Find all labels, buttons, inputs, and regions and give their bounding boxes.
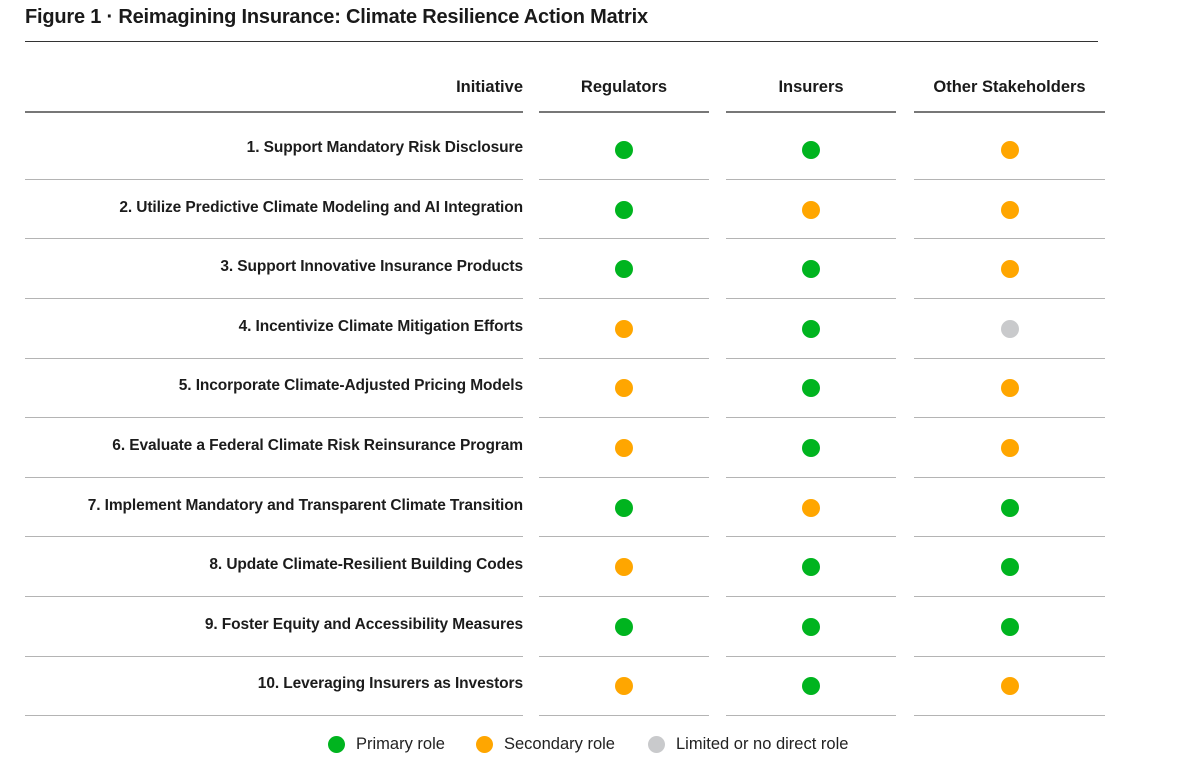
header-rule-initiative xyxy=(25,111,523,113)
legend-label-limited: Limited or no direct role xyxy=(676,734,849,753)
row-divider xyxy=(539,656,709,657)
primary-role-dot xyxy=(1000,498,1019,517)
secondary-role-dot xyxy=(615,319,633,338)
primary-dot-icon xyxy=(328,735,345,753)
primary-role-dot xyxy=(615,200,633,219)
limited-role-dot xyxy=(1000,319,1019,338)
primary-role-dot xyxy=(802,379,820,398)
row-divider xyxy=(25,298,523,299)
row-divider xyxy=(726,536,896,537)
primary-role-dot xyxy=(802,558,820,577)
row-divider xyxy=(539,358,709,359)
row-divider xyxy=(914,477,1105,478)
initiative-label: 9. Foster Equity and Accessibility Measu… xyxy=(204,615,523,633)
primary-role-dot xyxy=(1000,617,1019,636)
title-divider xyxy=(25,41,1098,42)
primary-role-dot xyxy=(615,260,633,279)
figure-title: Figure 1 · Reimagining Insurance: Climat… xyxy=(25,6,648,28)
row-divider xyxy=(539,536,709,537)
row-divider xyxy=(726,358,896,359)
row-divider xyxy=(539,298,709,299)
row-divider xyxy=(25,358,523,359)
secondary-role-dot xyxy=(615,558,633,577)
primary-role-dot xyxy=(615,141,633,159)
header-initiative: Initiative xyxy=(456,78,523,96)
row-divider xyxy=(25,238,523,239)
secondary-role-dot xyxy=(802,498,820,517)
row-divider xyxy=(726,298,896,299)
primary-role-dot xyxy=(802,260,820,279)
header-rule-0 xyxy=(539,111,709,113)
header-regulators: Regulators xyxy=(580,78,668,96)
initiative-label: 2. Utilize Predictive Climate Modeling a… xyxy=(119,198,523,216)
initiative-label: 8. Update Climate-Resilient Building Cod… xyxy=(209,556,523,574)
row-divider xyxy=(25,179,523,180)
secondary-role-dot xyxy=(802,200,820,219)
legend-item-primary: Primary role xyxy=(328,735,445,754)
legend-item-secondary: Secondary role xyxy=(476,735,615,754)
primary-role-dot xyxy=(615,617,633,636)
secondary-role-dot xyxy=(1000,141,1019,159)
secondary-role-dot xyxy=(1000,677,1019,696)
row-divider xyxy=(914,656,1105,657)
primary-role-dot xyxy=(802,319,820,338)
primary-role-dot xyxy=(1000,558,1019,577)
row-divider xyxy=(914,238,1105,239)
row-divider xyxy=(539,715,709,716)
row-divider xyxy=(914,417,1105,418)
row-divider xyxy=(539,477,709,478)
legend-label-primary: Primary role xyxy=(356,734,445,753)
legend-item-limited: Limited or no direct role xyxy=(648,735,848,754)
row-divider xyxy=(914,596,1105,597)
limited-dot-icon xyxy=(648,735,665,753)
row-divider xyxy=(726,477,896,478)
initiative-label: 6. Evaluate a Federal Climate Risk Reins… xyxy=(112,437,523,454)
row-divider xyxy=(539,596,709,597)
row-divider xyxy=(726,417,896,418)
header-insurers: Insurers xyxy=(778,78,844,96)
secondary-role-dot xyxy=(615,677,633,696)
primary-role-dot xyxy=(802,141,820,159)
row-divider xyxy=(539,238,709,239)
row-divider xyxy=(914,715,1105,716)
row-divider xyxy=(25,536,523,537)
initiative-label: 10. Leveraging Insurers as Investors xyxy=(257,675,523,693)
secondary-role-dot xyxy=(1000,200,1019,219)
row-divider xyxy=(914,298,1105,299)
header-rule-2 xyxy=(914,111,1105,113)
header-other-stakeholders: Other Stakeholders xyxy=(933,78,1086,96)
initiative-label: 7. Implement Mandatory and Transparent C… xyxy=(87,496,523,514)
row-divider xyxy=(914,179,1105,180)
row-divider xyxy=(726,596,896,597)
row-divider xyxy=(25,417,523,418)
secondary-dot-icon xyxy=(476,735,493,753)
initiative-label: 4. Incentivize Climate Mitigation Effort… xyxy=(238,317,524,335)
row-divider xyxy=(539,417,709,418)
secondary-role-dot xyxy=(1000,260,1019,279)
row-divider xyxy=(25,596,523,597)
row-divider xyxy=(25,656,523,657)
primary-role-dot xyxy=(802,617,820,636)
row-divider xyxy=(726,656,896,657)
row-divider xyxy=(914,358,1105,359)
row-divider xyxy=(726,715,896,716)
primary-role-dot xyxy=(802,439,820,457)
header-rule-1 xyxy=(726,111,896,113)
initiative-label: 5. Incorporate Climate-Adjusted Pricing … xyxy=(178,377,523,395)
row-divider xyxy=(539,179,709,180)
secondary-role-dot xyxy=(1000,379,1019,398)
secondary-role-dot xyxy=(615,379,633,398)
primary-role-dot xyxy=(615,498,633,517)
legend-label-secondary: Secondary role xyxy=(504,734,615,753)
initiative-label: 3. Support Innovative Insurance Products xyxy=(220,258,523,276)
row-divider xyxy=(726,179,896,180)
row-divider xyxy=(25,715,523,716)
secondary-role-dot xyxy=(615,439,633,457)
initiative-label: 1. Support Mandatory Risk Disclosure xyxy=(246,139,523,156)
secondary-role-dot xyxy=(1000,439,1019,457)
row-divider xyxy=(25,477,523,478)
row-divider xyxy=(726,238,896,239)
row-divider xyxy=(914,536,1105,537)
primary-role-dot xyxy=(802,677,820,696)
